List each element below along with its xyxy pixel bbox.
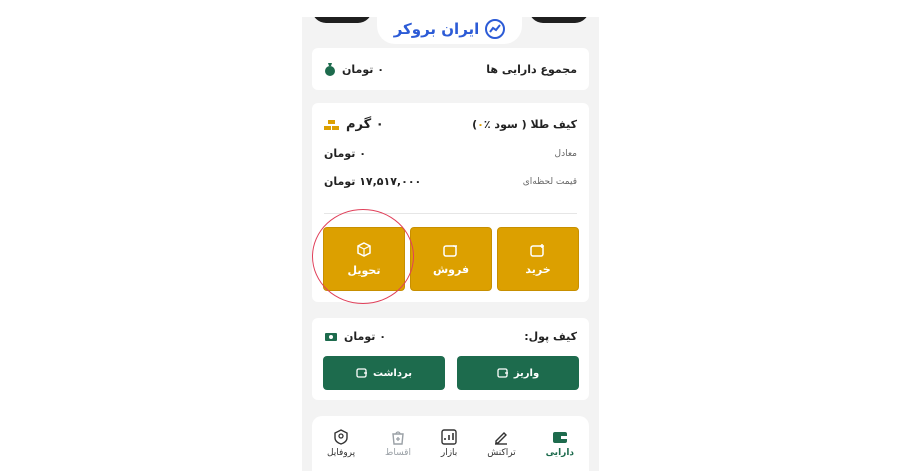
sell-label: فروش xyxy=(432,262,470,276)
deposit-label: واریز xyxy=(513,367,540,379)
device-notch-left xyxy=(312,17,372,23)
total-assets-card: مجموع دارایی ها ۰ تومان xyxy=(312,48,589,90)
nav-item-market[interactable]: بازار xyxy=(441,429,457,458)
money-wallet-title: کیف پول: xyxy=(524,330,577,343)
nav-item-assets[interactable]: دارایی xyxy=(546,429,574,458)
total-assets-value: ۰ تومان xyxy=(342,62,384,76)
wallet-in-icon xyxy=(497,368,508,378)
nav-item-transactions[interactable]: تراکنش xyxy=(487,429,516,458)
price-label: قیمت لحظه‌ای xyxy=(522,176,577,187)
deposit-button[interactable]: واریز xyxy=(457,356,579,390)
total-assets-value-wrap: ۰ تومان xyxy=(324,62,384,76)
money-wallet-value-wrap: ۰ تومان xyxy=(324,330,386,343)
wallet-out-icon xyxy=(356,368,368,378)
box-icon xyxy=(357,241,371,257)
money-wallet-header: کیف پول: ۰ تومان xyxy=(324,330,577,343)
nav-label-profile: پروفایل xyxy=(326,448,356,458)
sell-button[interactable]: فروش xyxy=(410,227,492,291)
brand-logo: ایران بروکر xyxy=(377,17,522,44)
wallet-icon xyxy=(552,432,567,443)
shopping-bag-icon xyxy=(392,431,404,445)
gold-amount: ۰ گرم xyxy=(346,117,384,132)
bottom-navigation: دارایی تراکنش بازار اقساط پروفایل xyxy=(312,416,589,471)
deliver-label: تحویل xyxy=(347,263,381,277)
chart-icon xyxy=(441,429,457,445)
buy-label: خرید xyxy=(525,262,551,276)
money-wallet-card: کیف پول: ۰ تومان واریز برداشت xyxy=(312,318,589,400)
gold-bars-icon xyxy=(324,119,339,130)
pencil-icon xyxy=(495,432,508,445)
nav-item-profile[interactable]: پروفایل xyxy=(327,429,355,458)
equivalent-label: معادل xyxy=(554,148,577,159)
nav-label-market: بازار xyxy=(440,448,458,458)
price-row: قیمت لحظه‌ای ۱۷,۵۱۷,۰۰۰ تومان xyxy=(324,175,577,188)
equivalent-value: ۰ تومان xyxy=(324,147,366,160)
gold-wallet-title: کیف طلا ( سود ٪۰) xyxy=(472,118,577,131)
gold-wallet-card: کیف طلا ( سود ٪۰) ۰ گرم معادل ۰ تومان قی… xyxy=(312,103,589,302)
wallet-plus-icon xyxy=(530,243,544,257)
money-bag-icon xyxy=(325,63,335,76)
price-value: ۱۷,۵۱۷,۰۰۰ تومان xyxy=(324,175,422,188)
nav-label-assets: دارایی xyxy=(545,448,575,458)
wallet-minus-icon xyxy=(443,244,457,257)
user-badge-icon xyxy=(334,429,348,445)
device-notch-right xyxy=(529,17,589,23)
divider xyxy=(324,213,577,214)
buy-button[interactable]: خرید xyxy=(497,227,579,291)
cash-icon xyxy=(325,332,337,341)
gold-wallet-title-text: کیف طلا ( سود ٪ xyxy=(483,118,577,131)
equivalent-row: معادل ۰ تومان xyxy=(324,147,577,160)
money-wallet-value: ۰ تومان xyxy=(344,330,386,343)
brand-name: ایران بروکر xyxy=(393,19,480,38)
gold-wallet-header: کیف طلا ( سود ٪۰) ۰ گرم xyxy=(324,117,577,132)
app-screen: ایران بروکر مجموع دارایی ها ۰ تومان کیف … xyxy=(302,17,599,471)
chart-trend-icon xyxy=(485,18,506,39)
withdraw-button[interactable]: برداشت xyxy=(323,356,445,390)
withdraw-label: برداشت xyxy=(373,367,412,379)
deliver-button[interactable]: تحویل xyxy=(323,227,405,291)
total-assets-label: مجموع دارایی ها xyxy=(486,62,577,76)
nav-item-installments[interactable]: اقساط xyxy=(385,429,411,458)
gold-amount-wrap: ۰ گرم xyxy=(324,117,384,132)
nav-label-transactions: تراکنش xyxy=(487,448,516,458)
gold-profit-percent: ۰ xyxy=(477,118,484,131)
nav-label-installments: اقساط xyxy=(385,448,411,458)
